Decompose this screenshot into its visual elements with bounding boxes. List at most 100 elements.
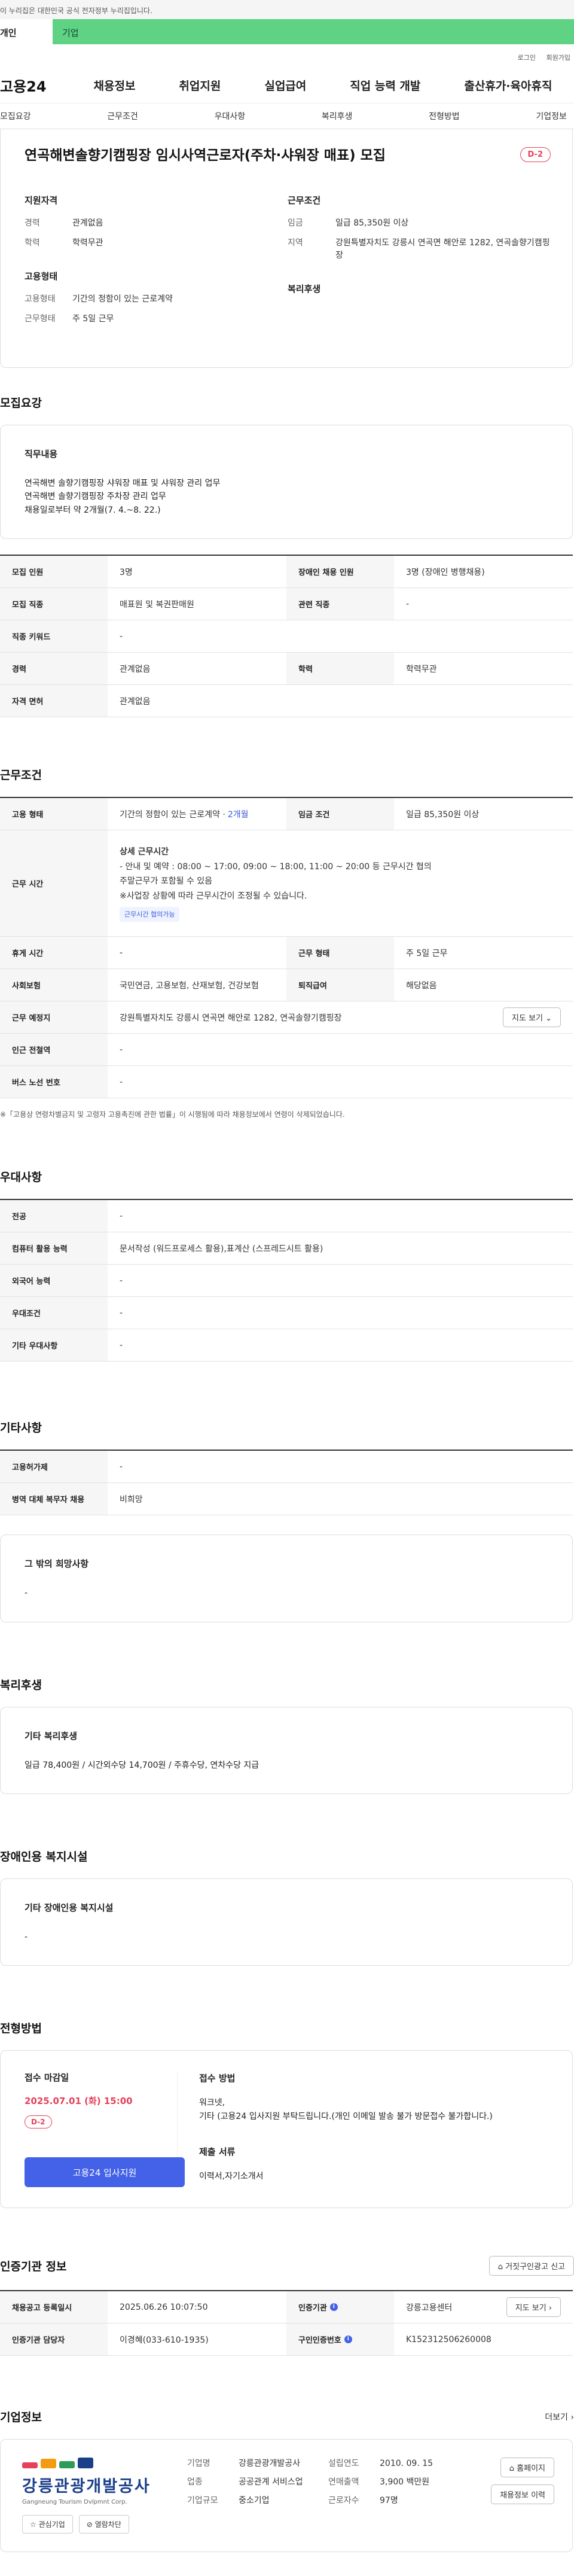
welfare-summary-title: 복리후생: [288, 283, 321, 294]
apply-dday-badge: D-2: [25, 2115, 52, 2129]
disabled-card: 기타 장애인용 복지시설 -: [0, 1878, 573, 1966]
report-fake-ad-button[interactable]: ⌂ 거짓구인광고 신고: [488, 2256, 574, 2276]
work-time-line: 주말근무가 포함될 수 있음: [120, 876, 213, 887]
recruit-section-title: 모집요강: [0, 396, 42, 410]
company-info-row: 기업규모 중소기업: [187, 2495, 310, 2507]
table-cell: 3명 (장애인 병행채용): [406, 567, 485, 577]
table-header-cell: 근무 시간: [0, 830, 108, 937]
section-tab-pref[interactable]: 우대사항: [215, 110, 246, 122]
block-company-button[interactable]: ⊘ 열람차단: [78, 2515, 129, 2534]
emp-type-text: 기간의 정함이 있는 근로계약 ·: [120, 809, 225, 820]
table-row: 모집 직종 매표원 및 복권판매원 관련 직종 -: [0, 588, 573, 621]
table-row: 버스 노선 번호 -: [0, 1066, 573, 1099]
kv-key: 업종: [187, 2477, 203, 2487]
table-cell: 관계없음: [120, 696, 151, 707]
pref-section-title: 우대사항: [0, 1171, 42, 1185]
table-header-cell: 모집 인원: [0, 556, 108, 588]
gnb-menu: 채용정보 취업지원 실업급여 직업 능력 개발 출산휴가·육아휴직: [72, 77, 574, 93]
company-card: 강릉관광개발공사 Gangneung Tourism Dvlpmnt Corp.…: [0, 2439, 573, 2553]
table-header-cell: 고용허가제: [0, 1451, 108, 1483]
section-tab-recruit[interactable]: 모집요강: [0, 110, 31, 122]
section-nav: 모집요강 근무조건 우대사항 복리후생 전형방법 기업정보: [0, 103, 574, 129]
table-row: 직종 키워드 -: [0, 620, 573, 653]
tab-company[interactable]: 기업: [53, 19, 574, 44]
login-link[interactable]: 로그인: [518, 54, 536, 62]
hope-card: 그 밖의 희망사항 -: [0, 1534, 573, 1622]
table-cell: -: [120, 1211, 123, 1221]
table-header-cell: 경력: [0, 653, 108, 685]
gov-banner-text: 이 누리집은 대한민국 공식 전자정부 누리집입니다.: [0, 7, 152, 15]
kv-key: 근무형태: [25, 313, 56, 324]
job-history-button[interactable]: 채용정보 이력: [491, 2484, 554, 2505]
welfare-text: 일급 78,400원 / 시간외수당 14,700원 / 주휴수당, 연차수당 …: [25, 1760, 259, 1770]
apply-card: 접수 마감일 2025.07.01 (화) 15:00 D-2 고용24 입사지…: [0, 2050, 573, 2209]
qual-section: 지원자격 경력 관계없음 학력 학력무관: [25, 194, 288, 249]
table-cell: K152312506260008: [406, 2334, 491, 2344]
section-tab-welfare[interactable]: 복리후생: [322, 110, 353, 122]
cert-agency-label: 인증기관: [298, 2304, 327, 2313]
kv-value: 2010. 09. 15: [380, 2459, 433, 2469]
company-info-row: 기업명 강릉관광개발공사: [187, 2458, 310, 2470]
disabled-card-title: 기타 장애인용 복지시설: [25, 1902, 114, 1914]
table-cell: -: [120, 1340, 123, 1350]
gov-banner: 이 누리집은 대한민국 공식 전자정부 누리집입니다.: [0, 0, 574, 19]
table-header-cell: 인증기관 담당자: [0, 2324, 108, 2356]
join-link[interactable]: 회원가입: [546, 54, 570, 62]
company-info-row: 연매출액 3,900 백만원: [328, 2476, 451, 2489]
table-row: 근무 시간 상세 근무시간 - 안내 및 예약 : 08:00 ~ 17:00,…: [0, 830, 573, 937]
favorite-company-button[interactable]: ☆ 관심기업: [22, 2515, 73, 2534]
etc-table: 고용허가제 - 병역 대체 복무자 채용 비희망: [0, 1450, 573, 1516]
gnb-item-training[interactable]: 직업 능력 개발: [350, 77, 420, 93]
work-time-line: ※사업장 상황에 따라 근무시간이 조정될 수 있습니다.: [120, 891, 307, 901]
emp-type: 고용형태 기간의 정함이 있는 근로계약: [25, 293, 288, 306]
qual-title: 지원자격: [25, 194, 58, 206]
table-header-cell: 임금 조건: [286, 798, 394, 830]
table-row: 인증기관 담당자 이경혜(033-610-1935) 구인인증번호 i K1523…: [0, 2324, 573, 2356]
section-tab-company[interactable]: 기업정보: [536, 110, 567, 122]
agency-map-button[interactable]: 지도 보기 ›: [506, 2297, 561, 2318]
gnb-item-jobs[interactable]: 채용정보: [94, 77, 136, 93]
duty-line: 연곡해변 솔향기캠핑장 주차장 관리 업무: [25, 492, 166, 502]
table-header-cell: 퇴직급여: [286, 969, 394, 1001]
table-row: 휴게 시간 - 근무 형태 주 5일 근무: [0, 937, 573, 970]
pref-table: 전공 - 컴퓨터 활용 능력 문서작성 (워드프로세스 활용),표계산 (스프레드시…: [0, 1199, 573, 1362]
kv-key: 기업규모: [187, 2496, 218, 2506]
disabled-text: -: [25, 1932, 28, 1942]
info-icon[interactable]: i: [344, 2336, 352, 2344]
duty-title: 직무내용: [25, 448, 58, 459]
site-logo[interactable]: 고용24: [0, 75, 72, 96]
tab-personal[interactable]: 개인: [0, 19, 53, 44]
table-row: 고용 형태 기간의 정함이 있는 근로계약 · 2개월 임금 조건 일급 85,…: [0, 798, 573, 831]
table-header-cell: 휴게 시간: [0, 937, 108, 969]
summary-col-left: 지원자격 경력 관계없음 학력 학력무관 고용형태 고용형태 기간의 정함이 있는 근…: [25, 194, 288, 346]
gnb-item-benefit[interactable]: 실업급여: [264, 77, 306, 93]
info-icon[interactable]: i: [329, 2303, 338, 2312]
section-tab-work[interactable]: 근무조건: [107, 110, 138, 122]
table-header-cell: 구인인증번호 i: [286, 2324, 394, 2356]
table-cell: 비희망: [120, 1494, 143, 1505]
apply-button[interactable]: 고용24 입사지원: [25, 2157, 185, 2188]
table-header-cell: 채용공고 등록일시: [0, 2291, 108, 2324]
company-section-title: 기업정보: [0, 2411, 42, 2425]
section-tab-apply[interactable]: 전형방법: [429, 110, 460, 122]
homepage-button[interactable]: ⌂ 홈페이지: [500, 2458, 554, 2478]
user-tabs: 개인 기업: [0, 19, 574, 44]
company-header: 기업정보 더보기 ›: [0, 2408, 574, 2425]
table-cell: 강원특별자치도 강릉시 연곡면 해안로 1282, 연곡솔향기캠핑장 지도 보기 …: [108, 1001, 573, 1033]
kv-value: 3,900 백만원: [380, 2477, 430, 2487]
map-view-button[interactable]: 지도 보기 ⌄: [503, 1007, 561, 1028]
gnb-item-leave[interactable]: 출산휴가·육아휴직: [464, 77, 552, 93]
work-place-text: 강원특별자치도 강릉시 연곡면 해안로 1282, 연곡솔향기캠핑장: [120, 1013, 342, 1023]
work-table: 고용 형태 기간의 정함이 있는 근로계약 · 2개월 임금 조건 일급 85,…: [0, 797, 573, 1099]
table-cell: 상세 근무시간 - 안내 및 예약 : 08:00 ~ 17:00, 09:00…: [108, 830, 573, 936]
kv-value: 강원특별자치도 강릉시 연곡면 해안로 1282, 연곡솔향기캠핑장: [335, 237, 550, 260]
cond-section: 근무조건 임금 일급 85,350원 이상 지역 강원특별자치도 강릉시 연곡면 해…: [288, 194, 551, 262]
gnb-item-support[interactable]: 취업지원: [179, 77, 221, 93]
company-info-row: 설립연도 2010. 09. 15: [328, 2458, 451, 2470]
company-side-buttons: ⌂ 홈페이지 채용정보 이력: [491, 2458, 554, 2505]
table-header-cell: 장애인 채용 인원: [286, 556, 394, 588]
table-row: 경력 관계없음 학력 학력무관: [0, 653, 573, 686]
company-more-link[interactable]: 더보기 ›: [545, 2411, 574, 2423]
table-row: 채용공고 등록일시 2025.06.26 10:07:50 인증기관 i 강릉고용…: [0, 2291, 573, 2324]
logo-text: 강릉관광개발공사: [22, 2477, 151, 2496]
